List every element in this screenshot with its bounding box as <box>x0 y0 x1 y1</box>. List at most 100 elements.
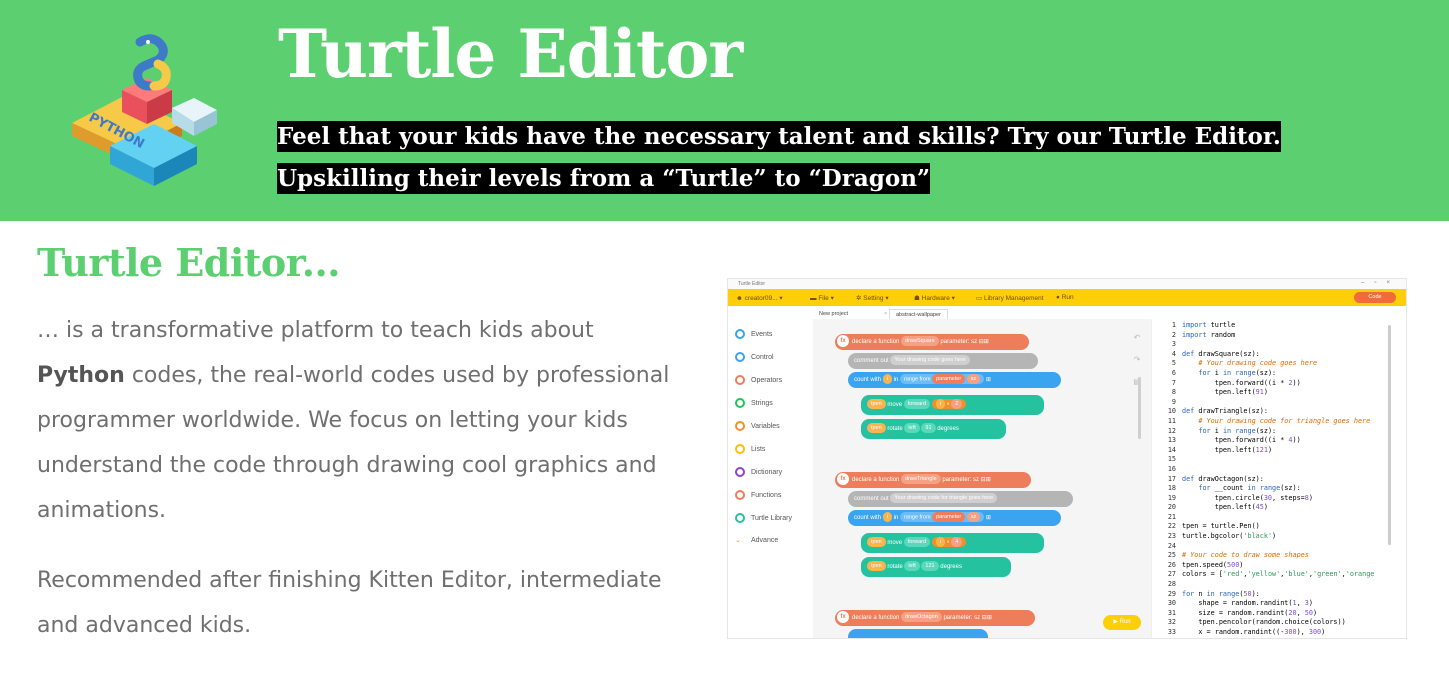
function-name[interactable]: drawOctagon <box>901 612 942 623</box>
category-label: Advance <box>751 537 779 544</box>
code-text: colors = ['red','yellow','blue','green',… <box>1182 570 1375 579</box>
code-button[interactable]: Code <box>1354 292 1396 303</box>
category-events[interactable]: Events <box>735 329 772 343</box>
category-strings[interactable]: Strings <box>735 398 773 412</box>
code-line: 9 <box>1156 398 1374 408</box>
code-line: 32 tpen.pencolor(random.choice(colors)) <box>1156 618 1374 628</box>
category-dictionary[interactable]: Dictionary <box>735 467 782 481</box>
category-control[interactable]: Control <box>735 352 774 366</box>
workspace-tools: ↶ ↷ ▤ <box>1131 327 1143 393</box>
code-text: tpen.circle(30, steps=8) <box>1182 493 1313 502</box>
direction-dropdown[interactable]: forward <box>903 537 931 548</box>
line-number: 22 <box>1167 522 1176 531</box>
library-management-menu[interactable]: ▭ Library Management <box>976 294 1044 302</box>
file-menu[interactable]: ▬ File ▾ <box>810 294 834 302</box>
operators-icon <box>735 375 745 385</box>
direction-dropdown[interactable]: left <box>904 423 920 434</box>
code-line: 11 # Your drawing code for triangle goes… <box>1156 417 1374 427</box>
code-text: tpen.speed(500) <box>1182 560 1244 569</box>
variable-pill[interactable]: sz <box>966 374 981 385</box>
code-line: 1 import turtle <box>1156 321 1374 331</box>
line-number: 15 <box>1167 455 1176 464</box>
block-label: parameter <box>932 512 966 523</box>
rotate-block[interactable]: tpen rotate left 121 degrees <box>861 557 1011 577</box>
move-block[interactable]: tpen move forward i × 4 <box>861 533 1044 553</box>
block-label: rotate <box>887 564 903 570</box>
code-panel[interactable]: 1 import turtle 2 import random 3 4 def drawSq… <box>1151 319 1406 638</box>
number-pill[interactable]: 91 <box>921 423 936 434</box>
code-scrollbar[interactable] <box>1388 325 1391 545</box>
line-number: 14 <box>1167 445 1176 454</box>
function-name[interactable]: drawSquare <box>901 336 939 347</box>
user-menu[interactable]: ☻ creator09... ▾ <box>736 294 783 302</box>
variable-pill[interactable]: tpen <box>867 423 886 434</box>
variable-pill[interactable]: i <box>935 399 945 410</box>
declare-function-block[interactable]: fx declare a function drawOctagon paramet… <box>835 610 1035 626</box>
declare-function-block[interactable]: fx declare a function drawSquare paramete… <box>835 334 1029 350</box>
count-with-block[interactable] <box>848 629 988 638</box>
direction-dropdown[interactable]: forward <box>903 399 931 410</box>
comment-text[interactable]: Your drawing code for triangle goes here <box>890 493 998 504</box>
page-title: Turtle Editor <box>278 15 743 93</box>
category-variables[interactable]: Variables <box>735 421 780 435</box>
block-workspace[interactable]: ↶ ↷ ▤ fx declare a function drawSquare pa… <box>813 319 1151 638</box>
number-pill[interactable]: 121 <box>921 561 939 572</box>
category-functions[interactable]: Functions <box>735 490 781 504</box>
clear-icon[interactable]: ▤ <box>1131 371 1143 393</box>
variable-pill[interactable]: tpen <box>867 399 886 410</box>
code-lines: 1 import turtle 2 import random 3 4 def drawSq… <box>1156 321 1375 638</box>
code-line: 24 <box>1156 542 1374 552</box>
category-operators[interactable]: Operators <box>735 375 782 389</box>
move-block[interactable]: tpen move forward i × 2 <box>861 395 1044 415</box>
comment-text[interactable]: Your drawing code goes here <box>890 355 970 366</box>
run-menu[interactable]: ● Run <box>1056 294 1074 301</box>
category-lists[interactable]: Lists <box>735 444 765 458</box>
code-text: tpen.left(121) <box>1182 445 1273 454</box>
category-turtle-library[interactable]: Turtle Library <box>735 513 792 527</box>
comment-block[interactable]: comment out Your drawing code goes here <box>848 353 1038 369</box>
variable-pill[interactable]: sz <box>966 512 981 523</box>
line-number: 25 <box>1167 551 1176 560</box>
run-button[interactable]: ▶ Run <box>1103 615 1141 630</box>
line-number: 32 <box>1167 618 1176 627</box>
block-label: parameter: sz <box>943 615 981 621</box>
file-label: File <box>818 295 829 302</box>
line-number: 30 <box>1167 599 1176 608</box>
code-text: tpen.forward((i * 2)) <box>1182 378 1301 387</box>
category-advance[interactable]: ⌄ Advance <box>735 536 778 550</box>
redo-icon[interactable]: ↷ <box>1131 349 1143 371</box>
line-number: 10 <box>1167 407 1176 416</box>
setting-menu[interactable]: ✲ Setting ▾ <box>856 294 889 302</box>
undo-icon[interactable]: ↶ <box>1131 327 1143 349</box>
code-line: 7 tpen.forward((i * 2)) <box>1156 379 1374 389</box>
code-text: size = random.randint(20, 50) <box>1182 608 1318 617</box>
category-label: Turtle Library <box>751 514 792 522</box>
direction-dropdown[interactable]: left <box>904 561 920 572</box>
category-label: Functions <box>751 491 782 499</box>
tab-new-project[interactable]: New project <box>813 309 854 319</box>
line-number: 12 <box>1167 426 1176 435</box>
number-pill[interactable]: 4 <box>951 537 963 548</box>
variable-pill[interactable]: tpen <box>867 537 886 548</box>
variable-pill[interactable]: i <box>882 512 892 523</box>
variables-icon <box>735 421 745 431</box>
count-with-block[interactable]: count with i in range from parameter sz … <box>848 510 1061 526</box>
rotate-block[interactable]: tpen rotate left 91 degrees <box>861 419 1006 439</box>
category-label: Events <box>751 330 773 338</box>
count-with-block[interactable]: count with i in range from parameter sz … <box>848 372 1061 388</box>
python-keyword: Python <box>37 363 125 388</box>
number-pill[interactable]: 2 <box>951 399 963 410</box>
variable-pill[interactable]: tpen <box>867 561 886 572</box>
workspace-scrollbar[interactable] <box>1138 377 1141 439</box>
code-text: def drawOctagon(sz): <box>1182 474 1264 483</box>
function-name[interactable]: drawTriangle <box>901 474 941 485</box>
declare-function-block[interactable]: fx declare a function drawTriangle parame… <box>835 472 1031 488</box>
description-text-2: codes, the real-world codes used by prof… <box>37 363 670 523</box>
variable-pill[interactable]: i <box>935 537 945 548</box>
line-number: 7 <box>1171 378 1176 387</box>
hardware-menu[interactable]: ☗ Hardware ▾ <box>914 294 955 302</box>
block-categories: Events Control Operators Strings Variabl… <box>728 319 814 638</box>
variable-pill[interactable]: i <box>882 374 892 385</box>
comment-block[interactable]: comment out Your drawing code for triang… <box>848 491 1073 507</box>
subtitle-line-2: Upskilling their levels from a “Turtle” … <box>277 163 931 194</box>
